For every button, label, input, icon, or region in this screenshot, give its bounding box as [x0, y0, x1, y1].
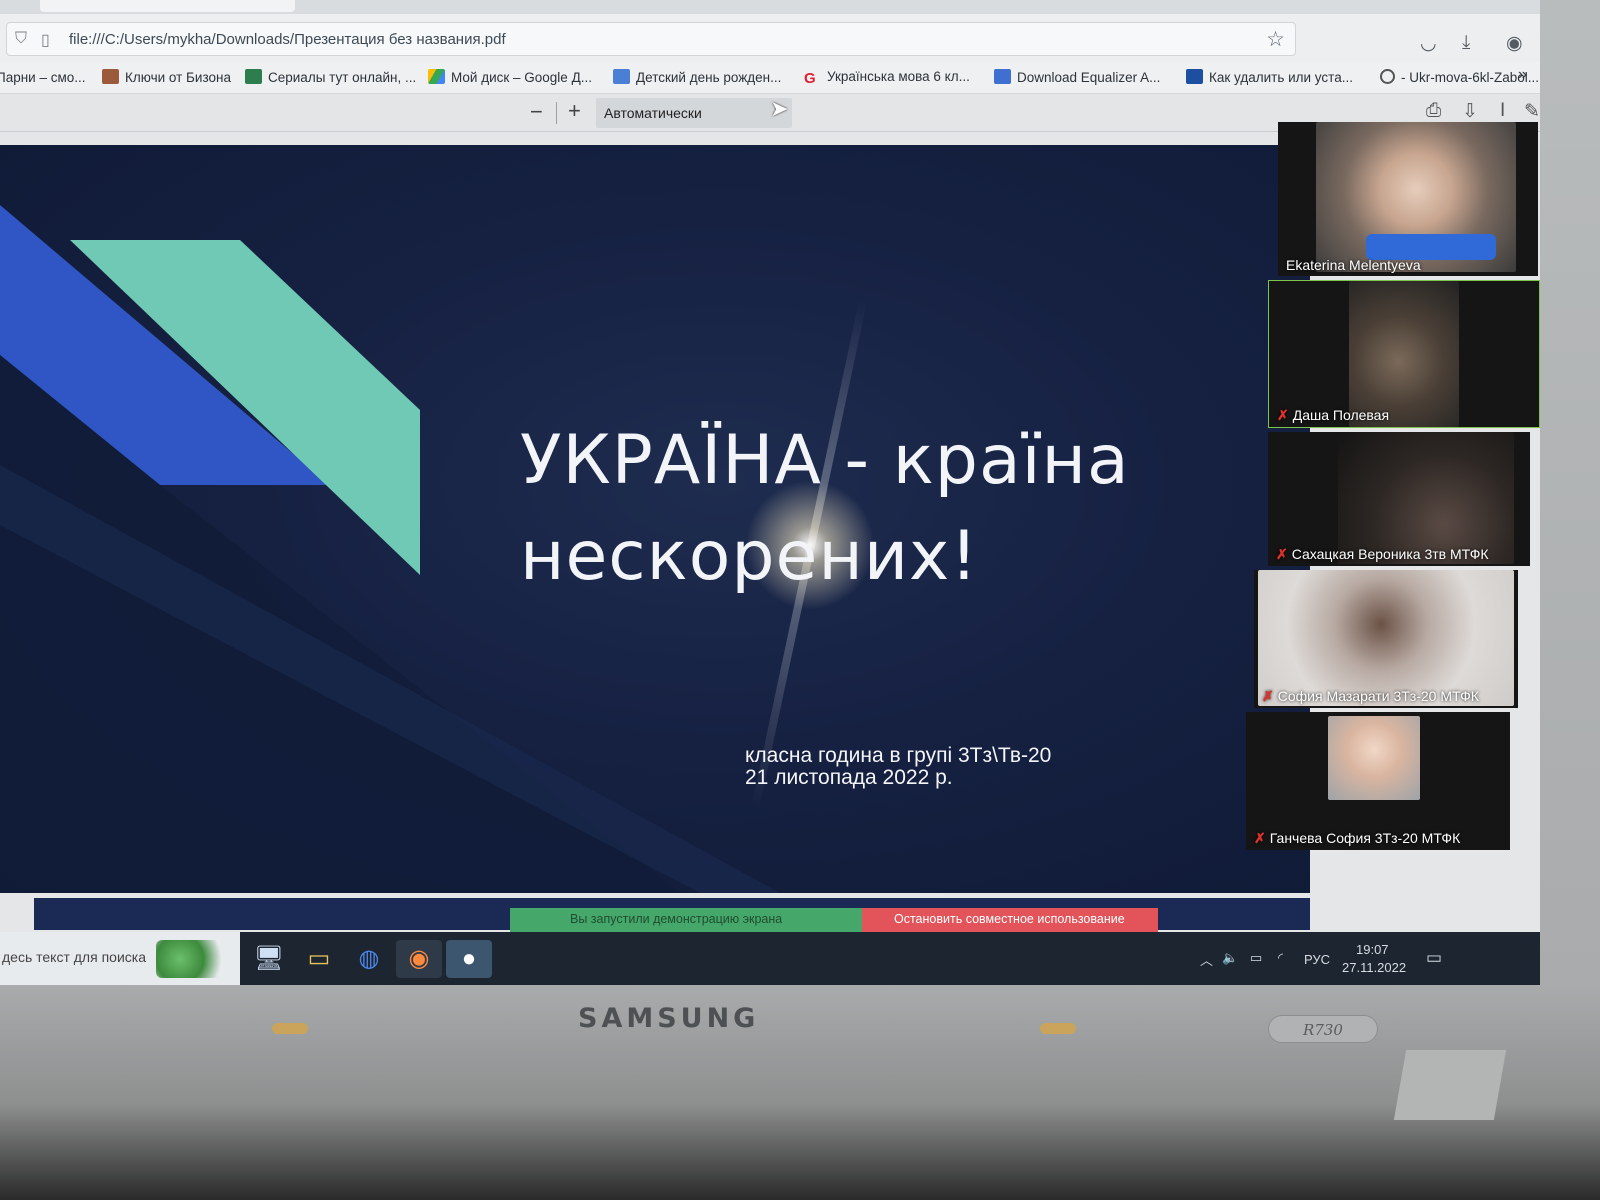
participant-name: Сахацкая Вероника 3тв МТФК — [1291, 546, 1489, 562]
clock-date[interactable]: 27.11.2022 — [1342, 960, 1406, 975]
participant-video — [1349, 281, 1459, 427]
url-text[interactable]: file:///C:/Users/mykha/Downloads/Презент… — [69, 31, 506, 48]
mic-off-icon: ✗ — [1276, 546, 1288, 562]
search-highlight-image — [156, 940, 236, 978]
pocket-icon[interactable]: ◡ — [1420, 32, 1437, 55]
slide-title-line: нескорених! — [520, 517, 979, 596]
folder-icon[interactable]: ▭ — [296, 940, 342, 978]
page-icon: ▯ — [41, 32, 50, 49]
video-participants-panel: Ekaterina Melentyeva ✗ Даша Полевая ✗ Саха… — [1246, 122, 1540, 862]
bookmark-item[interactable]: - Ukr-mova-6kl-Zabol... — [1380, 69, 1539, 85]
globe-icon — [1380, 69, 1395, 84]
laptop-hinge — [1393, 1050, 1507, 1120]
download-icon[interactable]: ⤓ — [1462, 32, 1470, 54]
bookmarks-toolbar: Парни – смо... Ключи от Бизона Сериалы т… — [0, 62, 1540, 94]
text-tool-icon[interactable]: I — [1500, 100, 1505, 122]
bookmark-item[interactable]: Парни – смо... — [0, 69, 86, 85]
laptop-brand-logo: SAMSUNG — [578, 1003, 760, 1034]
participant-name: София Мазарати 3Тз-20 МТФК — [1277, 688, 1479, 704]
draw-icon[interactable]: ✎ — [1524, 100, 1540, 123]
zoom-in-button[interactable]: + — [568, 98, 581, 124]
mic-off-icon: ✗ — [1277, 407, 1289, 423]
participant-name: Даша Полевая — [1292, 407, 1390, 423]
zoom-select[interactable]: Автоматически — [596, 98, 792, 128]
print-icon[interactable]: ⎙ — [1426, 100, 1441, 122]
language-indicator[interactable]: РУС — [1304, 952, 1330, 967]
shield-icon[interactable]: ⛉ — [15, 30, 27, 48]
participant-name: Ekaterina Melentyeva — [1286, 257, 1421, 273]
photo-of-laptop: ⛉ ▯ file:///C:/Users/mykha/Downloads/Пре… — [0, 0, 1600, 1200]
save-icon[interactable]: ⇩ — [1462, 100, 1478, 123]
slide-subtitle-line: класна година в групі 3Тз\Тв-20 — [745, 744, 1052, 767]
tab-strip — [0, 0, 1540, 14]
bookmark-star-icon[interactable]: ☆ — [1266, 27, 1285, 52]
bookmarks-overflow-button[interactable]: » — [1518, 66, 1527, 84]
participant-tile[interactable]: ✗ Ганчева София 3Тз-20 МТФК — [1246, 712, 1510, 850]
lid-latch — [1040, 1023, 1076, 1034]
participant-label: ✗ София Мазарати 3Тз-20 МТФК — [1262, 688, 1479, 705]
wifi-icon[interactable]: ◜ — [1278, 950, 1283, 966]
participant-tile[interactable]: ✗ София Мазарати 3Тз-20 МТФК — [1254, 570, 1518, 708]
stop-sharing-button[interactable]: Остановить совместное использование — [862, 908, 1158, 932]
slide-title: УКРАЇНА - країна нескорених! — [520, 413, 1130, 605]
zoom-app-icon[interactable]: ● — [446, 940, 492, 978]
zoom-out-button[interactable]: − — [530, 99, 543, 125]
navigation-bar: ⛉ ▯ file:///C:/Users/mykha/Downloads/Пре… — [0, 14, 1540, 62]
participant-tile[interactable]: Ekaterina Melentyeva — [1278, 122, 1538, 276]
laptop-screen: ⛉ ▯ file:///C:/Users/mykha/Downloads/Пре… — [0, 0, 1540, 985]
mic-off-icon: ✗ — [1262, 688, 1274, 704]
notifications-icon[interactable]: ▭ — [1426, 948, 1442, 968]
google-drive-icon — [428, 69, 445, 84]
participant-name: Ганчева София 3Тз-20 МТФК — [1269, 830, 1461, 846]
firefox-icon[interactable]: ◉ — [396, 940, 442, 978]
clock-time[interactable]: 19:07 — [1356, 942, 1389, 957]
battery-icon[interactable]: ▭ — [1250, 950, 1262, 966]
participant-video — [1258, 570, 1514, 706]
screen-share-status: Вы запустили демонстрацию экрана — [510, 908, 862, 932]
bookmark-favicon — [245, 69, 262, 84]
bookmark-favicon — [613, 69, 630, 84]
participant-tile-active-speaker[interactable]: ✗ Даша Полевая — [1268, 280, 1540, 428]
slide-title-line: УКРАЇНА - країна — [520, 421, 1130, 500]
participant-label: ✗ Даша Полевая — [1277, 407, 1389, 424]
system-tray: ︿ 🔈 ▭ ◜ РУС 19:07 27.11.2022 ▭ — [1200, 932, 1500, 985]
chevron-up-icon[interactable]: ︿ — [1200, 950, 1213, 969]
mouse-cursor-icon: ➤ — [770, 96, 789, 121]
bookmark-item[interactable]: G Українська мова 6 кл... — [804, 69, 970, 87]
bookmark-favicon — [994, 69, 1011, 84]
toolbar-separator — [556, 102, 557, 124]
participant-tile[interactable]: ✗ Сахацкая Вероника 3тв МТФК — [1268, 432, 1530, 566]
windows-taskbar: десь текст для поиска 🖥 ▭ ◍ ◉ ● ︿ 🔈 ▭ ◜ … — [0, 932, 1540, 985]
participant-photo — [1328, 716, 1420, 800]
account-icon[interactable]: ◉ — [1506, 32, 1523, 55]
search-placeholder[interactable]: десь текст для поиска — [2, 949, 146, 965]
lid-latch — [272, 1023, 308, 1034]
address-bar[interactable]: ⛉ ▯ file:///C:/Users/mykha/Downloads/Пре… — [6, 22, 1296, 56]
speaker-icon[interactable]: 🔈 — [1222, 950, 1238, 966]
slide-subtitle-line: 21 листопада 2022 р. — [745, 766, 953, 789]
taskbar-search[interactable]: десь текст для поиска — [0, 932, 240, 985]
bookmark-item[interactable]: Ключи от Бизона — [102, 69, 231, 85]
participant-label: ✗ Сахацкая Вероника 3тв МТФК — [1276, 546, 1489, 563]
presentation-slide: УКРАЇНА - країна нескорених! класна годи… — [0, 145, 1310, 893]
computer-icon[interactable]: 🖥 — [246, 940, 292, 978]
participant-video — [1338, 432, 1514, 564]
chrome-icon[interactable]: ◍ — [346, 940, 392, 978]
bookmark-item[interactable]: Как удалить или уста... — [1186, 69, 1353, 85]
browser-tab[interactable] — [40, 0, 295, 12]
mic-off-icon: ✗ — [1254, 830, 1266, 846]
bookmark-item[interactable]: Сериалы тут онлайн, ... — [245, 69, 416, 85]
google-icon: G — [804, 70, 816, 87]
slide-subtitle: класна година в групі 3Тз\Тв-20 21 листо… — [745, 745, 1051, 789]
participant-label: ✗ Ганчева София 3Тз-20 МТФК — [1254, 830, 1460, 847]
laptop-model-badge: R730 — [1268, 1015, 1378, 1043]
bookmark-item[interactable]: Мой диск – Google Д... — [428, 69, 592, 85]
bookmark-favicon — [102, 69, 119, 84]
bookmark-favicon — [1186, 69, 1203, 84]
bookmark-item[interactable]: Download Equalizer A... — [994, 69, 1160, 85]
bookmark-item[interactable]: Детский день рожден... — [613, 69, 781, 85]
